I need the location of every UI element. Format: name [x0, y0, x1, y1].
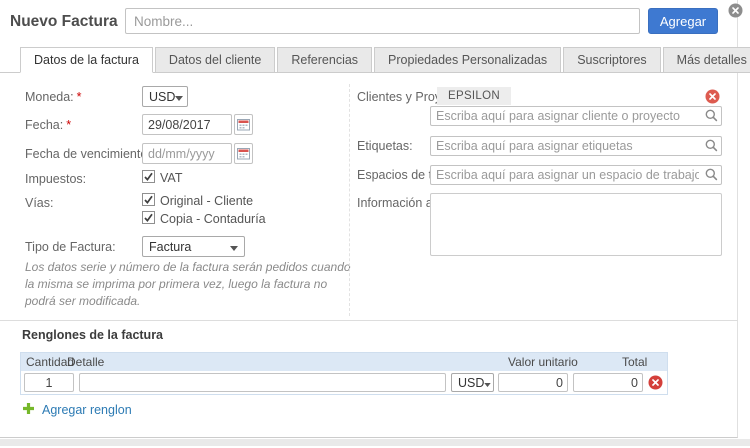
vat-checkbox[interactable]: VAT	[142, 170, 182, 186]
tags-search-wrap	[430, 136, 722, 156]
row-currency-value: USD	[458, 376, 484, 390]
vat-checkbox-label: VAT	[160, 171, 182, 185]
workspace-search-wrap	[430, 165, 722, 185]
assigned-client-tag: EPSILON	[437, 87, 511, 105]
tab-bar: Datos de la factura Datos del cliente Re…	[0, 46, 738, 73]
required-asterisk: *	[66, 118, 71, 132]
serial-number-note: Los datos serie y número de la factura s…	[25, 259, 355, 309]
section-divider	[0, 320, 738, 321]
new-invoice-dialog: Nuevo Factura Agregar Datos de la factur…	[0, 0, 738, 438]
client-search-wrap	[430, 106, 722, 126]
add-invoice-button[interactable]: Agregar	[648, 8, 718, 34]
remove-circle-icon	[705, 92, 720, 107]
delete-circle-icon	[648, 378, 663, 393]
valor-unitario-input[interactable]	[498, 373, 568, 392]
column-divider	[349, 84, 350, 316]
dropdown-arrow-icon	[230, 240, 238, 254]
col-valor-unitario: Valor unitario	[508, 355, 578, 369]
lines-table-header: Cantidad Detalle Valor unitario Total	[21, 353, 667, 371]
moneda-label: Moneda:*	[25, 90, 82, 104]
vias-label: Vías:	[25, 196, 54, 210]
moneda-select[interactable]: USD	[142, 86, 188, 107]
required-asterisk: *	[77, 90, 82, 104]
tipo-factura-select[interactable]: Factura	[142, 236, 245, 257]
close-icon	[728, 6, 743, 21]
tab-datos-cliente[interactable]: Datos del cliente	[155, 47, 275, 73]
total-input[interactable]	[573, 373, 643, 392]
dropdown-arrow-icon	[175, 90, 183, 104]
dropdown-arrow-icon	[484, 376, 491, 390]
tab-suscriptores[interactable]: Suscriptores	[563, 47, 660, 73]
tipo-factura-label: Tipo de Factura:	[25, 240, 116, 254]
calendar-icon	[237, 119, 250, 134]
fecha-vencimiento-input[interactable]	[142, 143, 232, 164]
tab-datos-factura[interactable]: Datos de la factura	[20, 47, 153, 73]
tab-mas-detalles[interactable]: Más detalles	[663, 47, 750, 73]
fecha-vencimiento-label: Fecha de vencimiento:	[25, 147, 151, 161]
via-original-cliente-checkbox[interactable]: Original - Cliente	[142, 193, 253, 209]
close-dialog-button[interactable]	[728, 3, 743, 18]
table-row: USD	[21, 371, 667, 394]
remove-client-button[interactable]	[705, 89, 720, 104]
informacion-adicional-textarea[interactable]	[430, 193, 722, 256]
via-copia-contaduria-checkbox[interactable]: Copia - Contaduría	[142, 211, 266, 227]
checkbox-checked-icon	[142, 211, 155, 227]
fecha-calendar-button[interactable]	[234, 114, 253, 135]
etiquetas-label: Etiquetas:	[357, 139, 413, 153]
cantidad-input[interactable]	[24, 373, 74, 392]
via-copia-contaduria-label: Copia - Contaduría	[160, 212, 266, 226]
delete-row-button[interactable]	[648, 375, 663, 390]
checkbox-checked-icon	[142, 170, 155, 186]
impuestos-label: Impuestos:	[25, 172, 86, 186]
via-original-cliente-label: Original - Cliente	[160, 194, 253, 208]
fecha-vencimiento-calendar-button[interactable]	[234, 143, 253, 164]
dialog-title: Nuevo Factura	[10, 13, 118, 31]
tags-search-input[interactable]	[430, 136, 722, 156]
page: Nuevo Factura Agregar Datos de la factur…	[0, 0, 750, 448]
moneda-selected-value: USD	[149, 90, 175, 104]
add-row-label: Agregar renglon	[42, 403, 132, 417]
col-detalle: Detalle	[67, 355, 104, 369]
col-total: Total	[622, 355, 647, 369]
invoice-lines-table: Cantidad Detalle Valor unitario Total US…	[20, 352, 668, 395]
tipo-factura-selected-value: Factura	[149, 240, 191, 254]
invoice-name-input[interactable]	[125, 8, 640, 34]
checkbox-checked-icon	[142, 193, 155, 209]
client-search-input[interactable]	[430, 106, 722, 126]
page-footer-strip	[0, 439, 750, 446]
fecha-label: Fecha:*	[25, 118, 71, 132]
lines-heading: Renglones de la factura	[22, 328, 163, 342]
add-row-link[interactable]: Agregar renglon	[22, 402, 132, 418]
tab-referencias[interactable]: Referencias	[277, 47, 372, 73]
calendar-icon	[237, 148, 250, 163]
plus-icon	[22, 402, 35, 418]
tab-propiedades-personalizadas[interactable]: Propiedades Personalizadas	[374, 47, 561, 73]
workspace-search-input[interactable]	[430, 165, 722, 185]
detalle-input[interactable]	[79, 373, 446, 392]
row-currency-select[interactable]: USD	[451, 373, 494, 392]
fecha-input[interactable]	[142, 114, 232, 135]
